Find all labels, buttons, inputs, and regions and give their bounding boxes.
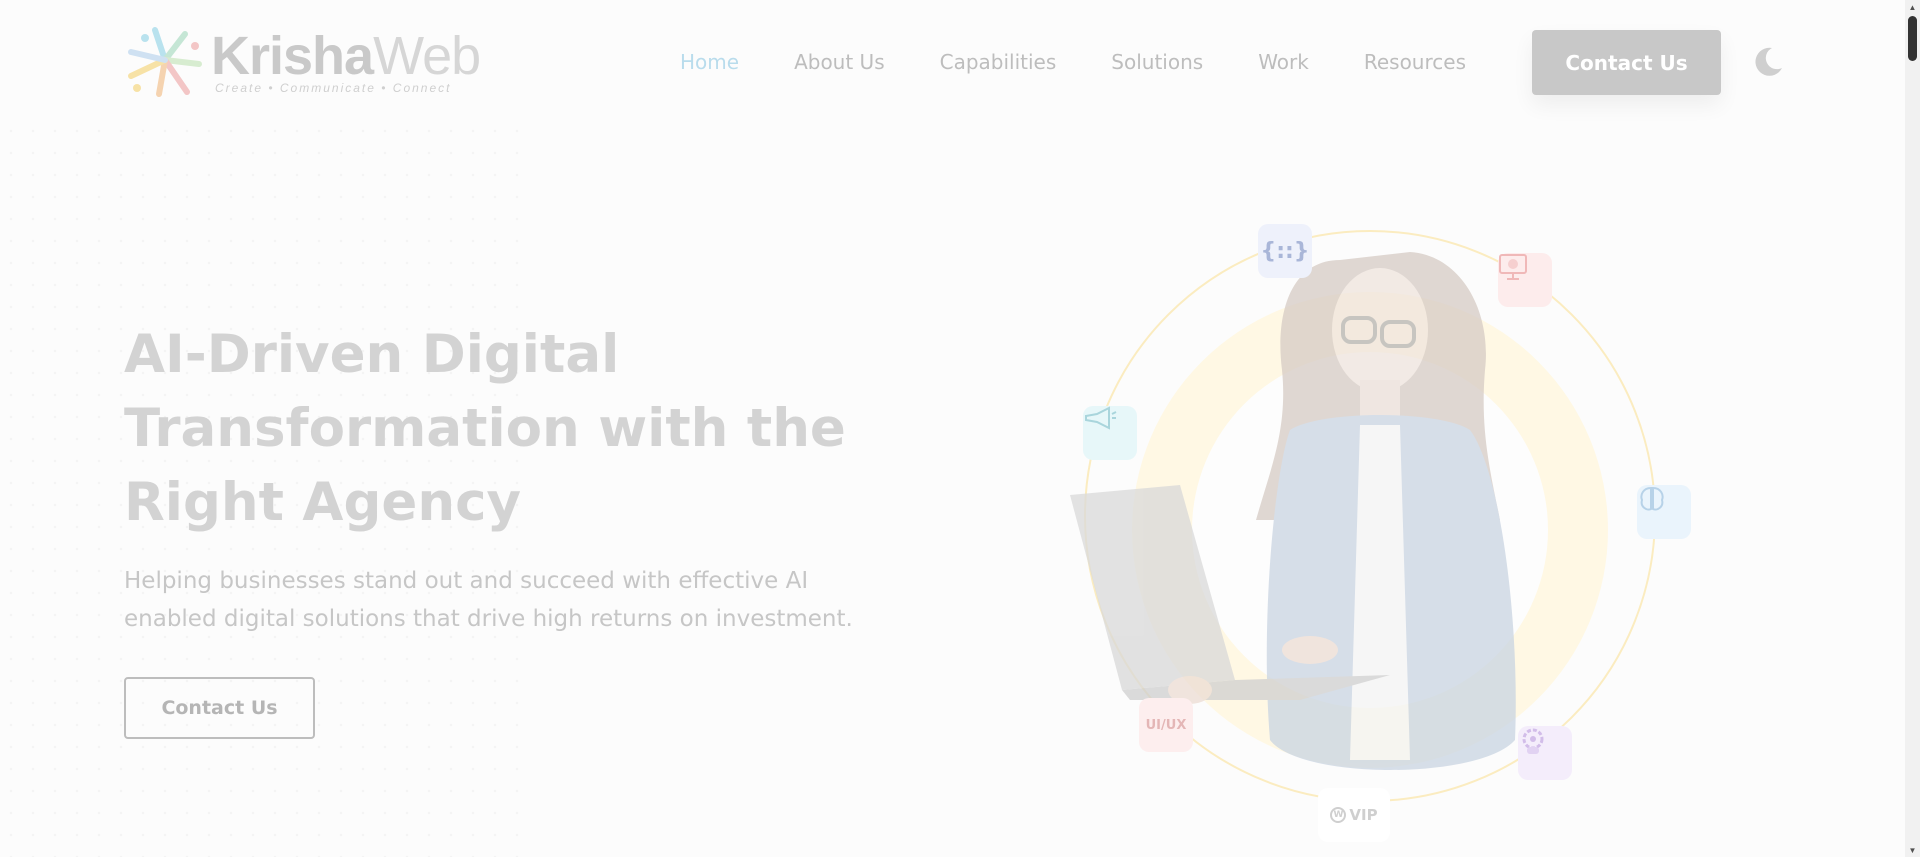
ui-ux-badge: UI/UX	[1139, 698, 1193, 752]
hero-subtitle: Helping businesses stand out and succeed…	[124, 568, 853, 632]
logo-wordmark: KrishaWeb	[211, 26, 481, 86]
brain-icon	[1637, 485, 1691, 539]
scroll-up-arrow-icon[interactable]: ▲	[1905, 0, 1920, 14]
monitor-glyph	[1499, 254, 1527, 280]
brain-glyph	[1640, 486, 1664, 511]
nav-item-solutions[interactable]: Solutions	[1111, 50, 1203, 74]
page-scrollbar[interactable]: ▲ ▼	[1905, 0, 1920, 857]
megaphone-glyph	[1085, 406, 1117, 430]
logo-name-bold: Krisha	[211, 26, 374, 86]
illustration-graphic	[1070, 230, 1656, 802]
monitor-icon	[1498, 253, 1552, 307]
page: KrishaWeb Create • Communicate • Connect…	[0, 0, 1905, 857]
code-braces-icon: {::}	[1258, 224, 1312, 278]
contact-us-button[interactable]: Contact Us	[1532, 30, 1721, 95]
nav-item-capabilities[interactable]: Capabilities	[940, 50, 1057, 74]
wordpress-vip-badge: W VIP	[1318, 788, 1390, 842]
nav-item-work[interactable]: Work	[1258, 50, 1309, 74]
nav-item-about-us[interactable]: About Us	[794, 50, 885, 74]
nav-item-home[interactable]: Home	[680, 50, 739, 74]
logo-tagline: Create • Communicate • Connect	[215, 81, 452, 95]
main-nav: Home About Us Capabilities Solutions Wor…	[680, 30, 1521, 94]
gear-user-glyph	[1522, 728, 1544, 754]
vip-label: VIP	[1349, 806, 1378, 824]
megaphone-icon	[1083, 406, 1137, 460]
logo[interactable]: KrishaWeb Create • Communicate • Connect	[125, 24, 481, 100]
site-header: KrishaWeb Create • Communicate • Connect…	[0, 0, 1905, 124]
logo-mark-icon	[128, 27, 202, 97]
hero-title: AI-Driven Digital Transformation with th…	[124, 324, 846, 533]
scroll-down-arrow-icon[interactable]: ▼	[1905, 843, 1920, 857]
nav-item-resources[interactable]: Resources	[1364, 50, 1466, 74]
moon-icon[interactable]	[1752, 46, 1784, 78]
logo-name-light: Web	[373, 26, 481, 86]
gear-user-icon	[1518, 726, 1572, 780]
woman-figure	[1070, 252, 1516, 770]
wordpress-icon: W	[1330, 807, 1347, 823]
hero-contact-us-button[interactable]: Contact Us	[124, 677, 315, 739]
hero-illustration: {::} UI/UX W VIP	[1060, 220, 1700, 857]
scrollbar-thumb[interactable]	[1908, 16, 1917, 61]
